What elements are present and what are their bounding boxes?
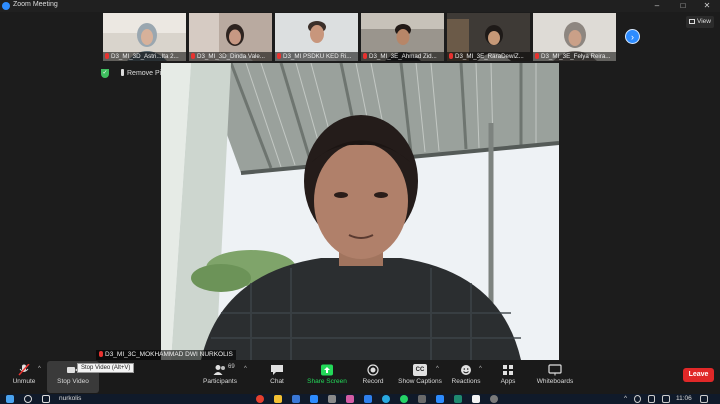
- speaker-name-label: D3_MI_3C_MOKHAMMAD DWI NURKOLIS: [96, 350, 236, 360]
- participant-tile[interactable]: D3_MI PSDKU KED Ri...: [275, 13, 358, 61]
- participants-label: Participants: [203, 378, 237, 385]
- participant-name: D3_MI PSDKU KED Ri...: [275, 52, 358, 61]
- store-icon[interactable]: [328, 395, 336, 403]
- reactions-caret-icon[interactable]: ^: [479, 366, 482, 372]
- share-screen-icon: [321, 364, 333, 376]
- notification-icon[interactable]: [700, 395, 708, 403]
- file-explorer-icon[interactable]: [274, 395, 282, 403]
- vscode-icon[interactable]: [364, 395, 372, 403]
- muted-mic-icon: [363, 53, 367, 59]
- close-icon[interactable]: ✕: [697, 0, 717, 12]
- chat-button[interactable]: Chat: [262, 360, 292, 394]
- taskbar-search-text[interactable]: nurkolis: [59, 395, 81, 403]
- participant-tile[interactable]: D3_MI_3E_Ahmad Zid...: [361, 13, 444, 61]
- participant-name: D3_MI_3E_Felya Reira...: [533, 52, 616, 61]
- photos-icon[interactable]: [346, 395, 354, 403]
- zoom-taskbar-icon[interactable]: [436, 395, 444, 403]
- audio-options-caret-icon[interactable]: ^: [38, 366, 41, 372]
- leave-button[interactable]: Leave: [683, 368, 714, 382]
- grid-view-icon: [689, 19, 695, 24]
- app-icon[interactable]: [454, 395, 462, 403]
- windows-taskbar: nurkolis ^ 11:06: [0, 394, 720, 404]
- view-button[interactable]: View: [686, 16, 714, 28]
- chrome-icon[interactable]: [256, 395, 264, 403]
- participant-name: D3_MI_3E_Ahmad Zid...: [361, 52, 444, 61]
- telegram-icon[interactable]: [382, 395, 390, 403]
- main-video: [161, 63, 559, 360]
- captions-label: Show Captions: [398, 378, 442, 385]
- mic-muted-icon: [18, 364, 30, 376]
- stop-video-label: Stop Video: [57, 378, 89, 385]
- record-button[interactable]: Record: [358, 360, 388, 394]
- chat-icon: [271, 365, 283, 375]
- search-icon[interactable]: [24, 395, 32, 403]
- battery-icon[interactable]: [662, 395, 670, 403]
- share-screen-label: Share Screen: [307, 378, 347, 385]
- apps-button[interactable]: Apps: [494, 360, 522, 394]
- zoom-window: Zoom Meeting – □ ✕ D3_MI_3D_Astri...Ita …: [0, 0, 720, 404]
- network-icon[interactable]: [648, 395, 655, 403]
- settings-gear-icon[interactable]: [490, 395, 498, 403]
- clock[interactable]: 11:06: [676, 395, 692, 403]
- remove-pin-button[interactable]: Remove Pin: [121, 69, 165, 77]
- whiteboard-icon: [548, 364, 562, 376]
- stop-video-tooltip: Stop Video (Alt+V): [77, 363, 135, 373]
- pin-icon: [121, 69, 124, 76]
- task-view-icon[interactable]: [42, 395, 50, 403]
- participant-tile[interactable]: D3_MI_3D_Dinda Vale...: [189, 13, 272, 61]
- whatsapp-icon[interactable]: [400, 395, 408, 403]
- apps-icon: [503, 365, 513, 375]
- apps-label: Apps: [500, 378, 516, 385]
- edge-icon[interactable]: [310, 395, 318, 403]
- participant-tile[interactable]: D3_MI_3D_Astri...Ita 2...: [103, 13, 186, 61]
- reactions-icon: [461, 365, 471, 375]
- minimize-icon[interactable]: –: [647, 0, 667, 12]
- participants-icon: [213, 365, 225, 375]
- chat-label: Chat: [270, 378, 284, 385]
- speaker-video-frame: [161, 63, 559, 360]
- windows-start-icon[interactable]: [6, 395, 14, 403]
- volume-icon[interactable]: [634, 395, 641, 403]
- share-screen-button[interactable]: Share Screen: [305, 360, 349, 394]
- participant-tile[interactable]: D3_MI_3E_Felya Reira...: [533, 13, 616, 61]
- muted-mic-icon: [277, 53, 281, 59]
- next-page-arrow-icon[interactable]: ›: [625, 29, 640, 44]
- participant-name: D3_MI_3D_Astri...Ita 2...: [103, 52, 186, 61]
- tray-chevron-icon[interactable]: ^: [624, 395, 627, 403]
- captions-caret-icon[interactable]: ^: [436, 366, 439, 372]
- mail-icon[interactable]: [292, 395, 300, 403]
- muted-mic-icon: [105, 53, 109, 59]
- window-title: Zoom Meeting: [13, 1, 58, 8]
- participants-caret-icon[interactable]: ^: [244, 366, 247, 372]
- muted-mic-icon: [99, 351, 103, 357]
- participant-name: D3_MI_3D_Dinda Vale...: [189, 52, 272, 61]
- title-bar: Zoom Meeting – □ ✕: [0, 0, 720, 12]
- whiteboards-label: Whiteboards: [536, 378, 574, 385]
- security-shield-icon[interactable]: ✓: [101, 69, 109, 78]
- muted-mic-icon: [535, 53, 539, 59]
- record-icon: [367, 364, 379, 376]
- muted-mic-icon: [449, 53, 453, 59]
- zoom-logo-icon: [2, 2, 10, 10]
- record-label: Record: [362, 378, 384, 385]
- whiteboards-button[interactable]: Whiteboards: [534, 360, 576, 394]
- terminal-icon[interactable]: [418, 395, 426, 403]
- reactions-label: Reactions: [451, 378, 481, 385]
- captions-icon: CC: [413, 364, 427, 376]
- muted-mic-icon: [191, 53, 195, 59]
- participant-name: D3_MI_3E_RaraDewiZ...: [447, 52, 530, 61]
- app-icon[interactable]: [472, 395, 480, 403]
- unmute-label: Unmute: [12, 378, 36, 385]
- maximize-icon[interactable]: □: [673, 0, 693, 12]
- participant-tile[interactable]: D3_MI_3E_RaraDewiZ...: [447, 13, 530, 61]
- participant-count: 69: [228, 364, 235, 370]
